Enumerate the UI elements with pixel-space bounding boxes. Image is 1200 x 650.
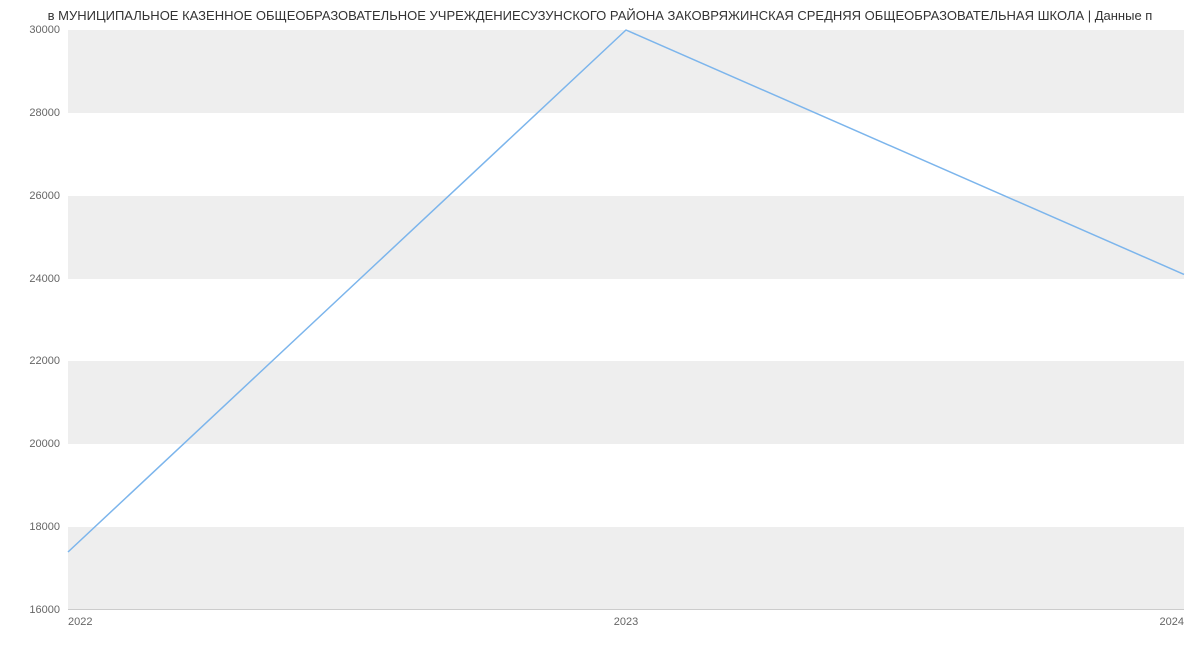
x-tick-label: 2024 xyxy=(1160,616,1184,628)
y-tick-label: 16000 xyxy=(29,604,60,616)
x-tick-label: 2022 xyxy=(68,616,92,628)
data-series-line xyxy=(68,30,1184,552)
chart-title: в МУНИЦИПАЛЬНОЕ КАЗЕННОЕ ОБЩЕОБРАЗОВАТЕЛ… xyxy=(0,8,1200,23)
y-tick-label: 26000 xyxy=(29,190,60,202)
y-tick-label: 24000 xyxy=(29,273,60,285)
line-chart-svg xyxy=(68,30,1184,610)
y-tick-label: 28000 xyxy=(29,107,60,119)
y-tick-label: 20000 xyxy=(29,438,60,450)
plot-area: 1600018000200002200024000260002800030000… xyxy=(68,30,1184,610)
y-tick-label: 18000 xyxy=(29,521,60,533)
y-tick-label: 30000 xyxy=(29,24,60,36)
y-tick-label: 22000 xyxy=(29,355,60,367)
chart-container: в МУНИЦИПАЛЬНОЕ КАЗЕННОЕ ОБЩЕОБРАЗОВАТЕЛ… xyxy=(0,0,1200,650)
x-tick-label: 2023 xyxy=(614,616,638,628)
